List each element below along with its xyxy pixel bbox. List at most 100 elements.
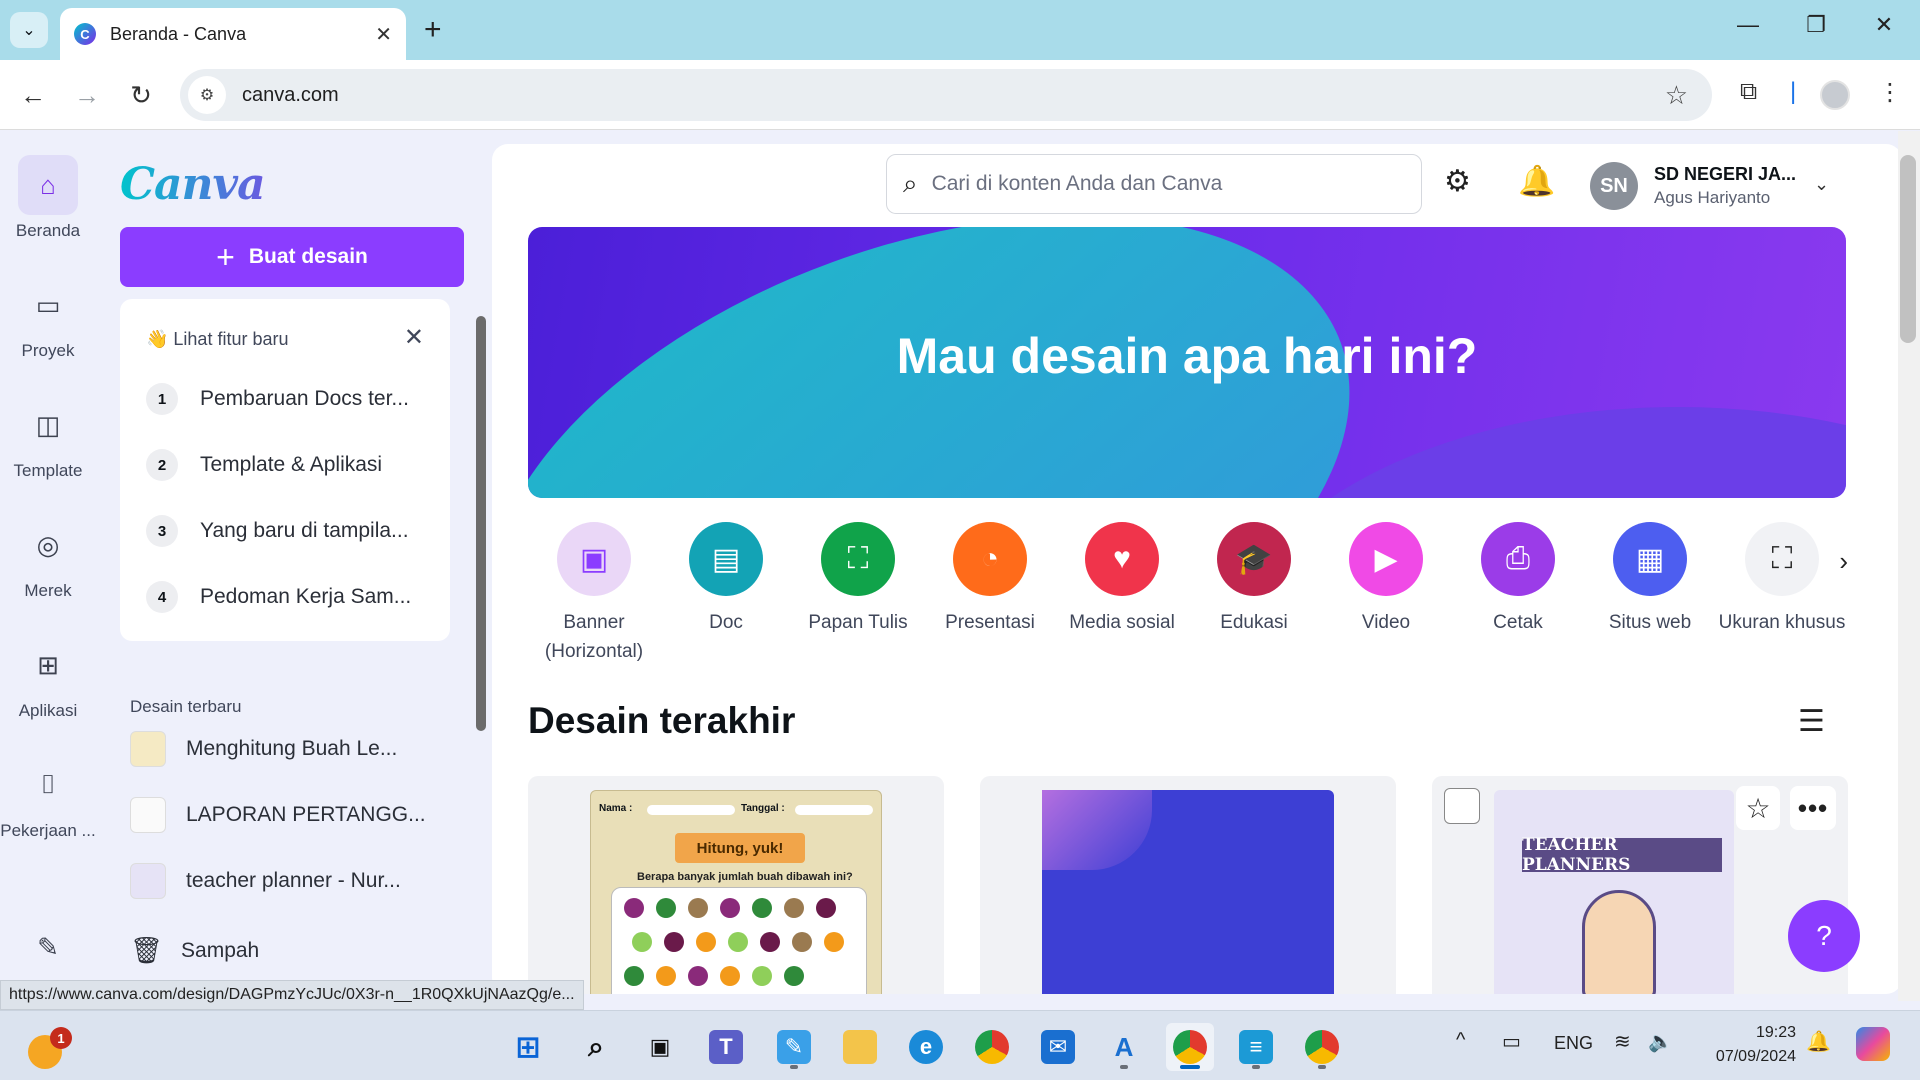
page-scrollbar-thumb[interactable] <box>1900 155 1916 343</box>
category-presentation[interactable]: ◔ Presentasi <box>924 522 1056 637</box>
rail-item-pekerjaan[interactable]: ⌷ Pekerjaan ... <box>0 755 96 841</box>
close-window-button[interactable]: ✕ <box>1864 12 1904 38</box>
url-text[interactable]: canva.com <box>242 84 1665 107</box>
search-placeholder: Cari di konten Anda dan Canva <box>931 172 1223 195</box>
start-button[interactable]: ⊞ <box>504 1023 552 1071</box>
system-clock[interactable]: 19:23 07/09/2024 <box>1700 1021 1796 1069</box>
notification-bell-icon[interactable]: 🔔 <box>1806 1029 1831 1054</box>
whats-new-item[interactable]: 3 Yang baru di tampila... <box>146 515 409 547</box>
tab-close-icon[interactable]: ✕ <box>375 22 392 47</box>
edge-app[interactable]: e <box>902 1023 950 1071</box>
recent-design-item[interactable]: Menghitung Buah Le... <box>130 731 397 767</box>
fruit-guava <box>632 932 652 952</box>
category-social-media[interactable]: ♥ Media sosial <box>1056 522 1188 637</box>
category-label: Cetak <box>1493 612 1543 633</box>
address-bar[interactable]: ⚙ canva.com ☆ <box>180 69 1712 121</box>
rail-item-proyek[interactable]: ▭ Proyek <box>0 275 96 361</box>
category-education[interactable]: 🎓 Edukasi <box>1188 522 1320 637</box>
fruit-watermelon <box>624 966 644 986</box>
design-card[interactable]: TEACHER PLANNERS ☆ ••• <box>1432 776 1848 994</box>
rail-item-merek[interactable]: ◎ Merek <box>0 515 96 601</box>
teams-app[interactable]: T <box>702 1023 750 1071</box>
select-checkbox[interactable] <box>1444 788 1480 824</box>
keyboard-icon[interactable]: ▭ <box>1502 1029 1521 1054</box>
list-view-icon[interactable]: ☰ <box>1798 704 1825 739</box>
close-icon[interactable]: ✕ <box>404 323 424 352</box>
canva-logo[interactable]: Canva <box>120 159 266 210</box>
weather-widget[interactable]: 1 <box>28 1027 72 1069</box>
whats-new-item[interactable]: 2 Template & Aplikasi <box>146 449 382 481</box>
tab-title: Beranda - Canva <box>110 23 247 44</box>
chevron-down-icon[interactable]: ⌄ <box>1814 174 1829 195</box>
chevron-up-icon[interactable]: ^ <box>1456 1029 1465 1052</box>
whats-new-item[interactable]: 4 Pedoman Kerja Sam... <box>146 581 411 613</box>
search-icon: ⌕ <box>588 1030 604 1062</box>
more-options-icon[interactable]: ••• <box>1790 786 1836 830</box>
minimize-button[interactable]: — <box>1728 12 1768 38</box>
inbox-icon: ⌷ <box>40 769 56 799</box>
mail-app[interactable]: ✉ <box>1034 1023 1082 1071</box>
search-input[interactable]: ⌕ Cari di konten Anda dan Canva <box>886 154 1422 214</box>
rail-item-feedback[interactable]: ✎ <box>0 917 96 977</box>
language-indicator[interactable]: ENG <box>1554 1033 1593 1054</box>
forward-button[interactable]: → <box>70 78 104 112</box>
account-avatar[interactable]: SN <box>1590 162 1638 210</box>
category-custom-size[interactable]: ⛶ Ukuran khusus <box>1716 522 1848 637</box>
task-view-button[interactable]: ▣ <box>636 1023 684 1071</box>
item-text: Pembaruan Docs ter... <box>200 387 409 410</box>
copilot-icon[interactable] <box>1856 1027 1890 1061</box>
site-info-icon[interactable]: ⚙ <box>188 76 226 114</box>
browser-profile-avatar[interactable] <box>1820 80 1850 110</box>
bookmark-star-icon[interactable]: ☆ <box>1665 80 1688 111</box>
notepad-app[interactable]: ≡ <box>1232 1023 1280 1071</box>
recent-designs-title: Desain terakhir <box>528 700 796 741</box>
chrome-profile-app[interactable] <box>1298 1023 1346 1071</box>
wifi-icon[interactable]: ≋ <box>1614 1029 1631 1054</box>
category-video[interactable]: ▶ Video <box>1320 522 1452 637</box>
rail-item-template[interactable]: ◫ Template <box>0 395 96 481</box>
taskbar-search-button[interactable]: ⌕ <box>572 1023 620 1071</box>
recent-design-item[interactable]: teacher planner - Nur... <box>130 863 401 899</box>
trash-item[interactable]: 🗑 Sampah <box>130 935 259 966</box>
chrome-app[interactable] <box>968 1023 1016 1071</box>
category-whiteboard[interactable]: ⛶ Papan Tulis <box>792 522 924 637</box>
recent-design-item[interactable]: LAPORAN PERTANGG... <box>130 797 426 833</box>
chat-sparkle-icon: ✎ <box>37 931 59 962</box>
rail-item-beranda[interactable]: ⌂ Beranda <box>0 155 96 241</box>
worksheet-date-label: Tanggal : <box>741 803 785 814</box>
rail-item-aplikasi[interactable]: ⊞ Aplikasi <box>0 635 96 721</box>
star-icon[interactable]: ☆ <box>1736 786 1780 830</box>
fruit-guava <box>752 966 772 986</box>
design-card[interactable] <box>980 776 1396 994</box>
category-website[interactable]: ▦ Situs web <box>1584 522 1716 637</box>
notification-bell-icon[interactable]: 🔔 <box>1518 164 1555 199</box>
tab-search-button[interactable]: ⌄ <box>10 12 48 48</box>
folder-icon <box>843 1030 877 1064</box>
restore-button[interactable]: ❐ <box>1796 12 1836 38</box>
whats-new-title: 👋 Lihat fitur baru <box>146 329 289 349</box>
paint-app[interactable]: ✎ <box>770 1023 818 1071</box>
category-print[interactable]: ⎙ Cetak <box>1452 522 1584 637</box>
extensions-icon[interactable]: ⧉ <box>1740 78 1757 106</box>
category-doc[interactable]: ▤ Doc <box>660 522 792 637</box>
file-explorer-app[interactable] <box>836 1023 884 1071</box>
settings-gear-icon[interactable]: ⚙ <box>1444 164 1471 199</box>
account-team-name[interactable]: SD NEGERI JA... <box>1654 164 1796 185</box>
reload-button[interactable]: ↻ <box>124 78 158 112</box>
ai-app[interactable]: A <box>1100 1023 1148 1071</box>
browser-menu-icon[interactable]: ⋮ <box>1878 78 1902 107</box>
chevron-right-icon[interactable]: › <box>1839 546 1848 577</box>
category-banner[interactable]: ▣ Banner (Horizontal) <box>528 522 660 666</box>
new-tab-button[interactable]: + <box>424 12 442 48</box>
browser-tab[interactable]: C Beranda - Canva ✕ <box>60 8 406 60</box>
whats-new-item[interactable]: 1 Pembaruan Docs ter... <box>146 383 409 415</box>
panel-scrollbar[interactable] <box>476 316 486 731</box>
brand-icon: ◎ <box>36 529 60 560</box>
help-button[interactable]: ? <box>1788 900 1860 972</box>
design-categories: ▣ Banner (Horizontal) ▤ Doc ⛶ Papan Tuli… <box>528 522 1848 672</box>
chrome-app-active[interactable] <box>1166 1023 1214 1071</box>
create-design-button[interactable]: + Buat desain <box>120 227 464 287</box>
volume-icon[interactable]: 🔈 <box>1648 1029 1673 1054</box>
back-button[interactable]: ← <box>16 78 50 112</box>
design-card[interactable]: Nama : Tanggal : Hitung, yuk! Berapa ban… <box>528 776 944 994</box>
